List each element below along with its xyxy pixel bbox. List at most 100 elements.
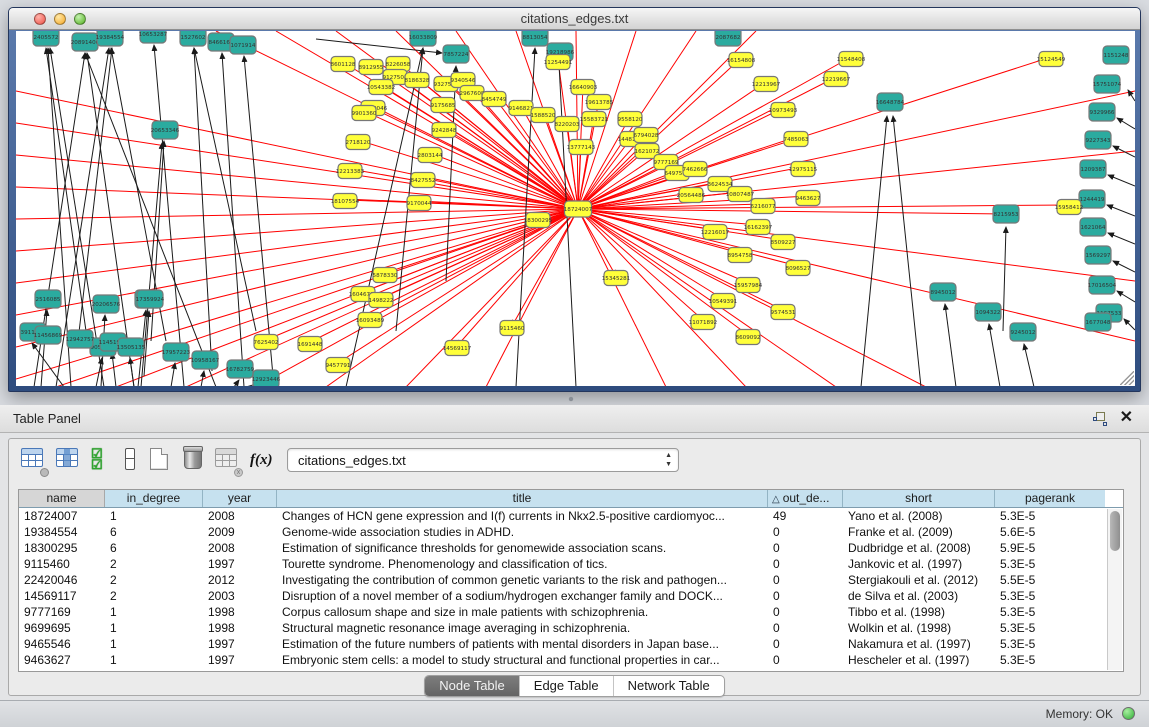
graph-node[interactable]: 9175685 [431,98,456,113]
network-canvas[interactable]: 2405572208914061938455410653287152760284… [16,31,1135,386]
column-header-pagerank[interactable]: pagerank [995,490,1105,507]
graph-node[interactable]: 9457791 [326,358,351,373]
table-row[interactable]: 2242004622012Investigating the contribut… [19,572,1123,588]
graph-node[interactable]: 8609092 [736,330,761,345]
graph-node[interactable]: 2718120 [346,135,371,150]
graph-node[interactable]: 1569297 [1085,246,1111,264]
graph-node[interactable]: 8813054 [522,31,548,46]
graph-node[interactable]: 9227343 [1085,131,1111,149]
column-header-in-degree[interactable]: in_degree [105,490,203,507]
close-panel-icon[interactable]: ✕ [1120,409,1133,427]
graph-node[interactable]: 8215953 [993,205,1019,223]
graph-node[interactable]: 13777143 [567,140,596,155]
delete-column-icon[interactable] [181,448,207,474]
delete-table-icon[interactable]: x [215,448,241,474]
table-row[interactable]: 1872400712008Changes of HCN gene express… [19,508,1123,524]
graph-node[interactable]: 1677048 [1085,313,1111,331]
tab-edge-table[interactable]: Edge Table [520,676,614,696]
graph-node[interactable]: 1691448 [298,337,323,352]
graph-node[interactable]: 16640903 [569,80,598,95]
graph-node[interactable]: 17016504 [1088,276,1117,294]
graph-node[interactable]: 10807487 [726,187,755,202]
graph-node[interactable]: 12216017 [701,225,730,240]
function-builder-icon[interactable]: f(x) [250,448,276,474]
graph-node[interactable]: 20206576 [92,295,121,313]
graph-node[interactable]: 1621064 [1080,218,1106,236]
graph-node[interactable]: 5878330 [373,268,398,283]
graph-node[interactable]: 2803144 [418,148,443,163]
table-row[interactable]: 1456911722003Disruption of a novel membe… [19,588,1123,604]
graph-node[interactable]: 6216077 [751,199,776,214]
graph-node[interactable]: 9170044 [407,196,432,211]
graph-node[interactable]: 17359924 [136,290,165,308]
column-header-title[interactable]: title [277,490,768,507]
graph-node[interactable]: 8509227 [771,235,796,250]
graph-node[interactable]: 1588520 [531,108,556,123]
graph-node[interactable]: 16162397 [744,220,773,235]
graph-node[interactable]: 11071892 [689,315,717,330]
table-row[interactable]: 1938455462009Genome-wide association stu… [19,524,1123,540]
graph-node[interactable]: 16154808 [727,53,756,68]
graph-node[interactable]: 15751074 [1093,75,1122,93]
graph-node[interactable]: 8096527 [786,261,811,276]
graph-node[interactable]: 19384554 [96,31,125,46]
table-row[interactable]: 946554611997Estimation of the future num… [19,636,1123,652]
graph-node[interactable]: 9574531 [771,305,796,320]
graph-node[interactable]: 15957984 [734,278,763,293]
graph-node[interactable]: 2516085 [35,290,61,308]
graph-node[interactable]: 8945012 [930,283,956,301]
graph-node[interactable]: 1094322 [975,303,1001,321]
scrollbar-thumb[interactable] [1110,511,1120,551]
graph-node[interactable]: 9242848 [432,123,457,138]
select-columns-icon[interactable]: ☑☑ [91,448,117,474]
graph-node[interactable]: 12923446 [252,370,281,386]
tab-node-table[interactable]: Node Table [425,676,520,696]
table-selector-dropdown[interactable]: citations_edges.txt ▲▼ [287,448,679,472]
window-titlebar[interactable]: citations_edges.txt [9,8,1140,30]
graph-node[interactable]: 11548408 [837,52,866,67]
graph-node[interactable]: 7485063 [784,132,809,147]
graph-node[interactable]: 8454749 [482,92,507,107]
graph-node[interactable]: 13505135 [117,338,146,356]
graph-node[interactable]: 18107554 [331,194,360,209]
graph-node[interactable]: 8601128 [331,57,356,72]
graph-node[interactable]: 7625402 [254,335,279,350]
graph-node[interactable]: 18300295 [524,213,553,228]
tab-network-table[interactable]: Network Table [614,676,724,696]
graph-node[interactable]: 16093489 [356,313,385,328]
table-row[interactable]: 946362711997Embryonic stem cells: a mode… [19,652,1123,668]
graph-node[interactable]: 10549391 [709,294,738,309]
graph-node[interactable]: 1209387 [1080,160,1106,178]
graph-node[interactable]: 12213967 [752,77,781,92]
graph-node[interactable]: 1071914 [230,36,256,54]
panel-splitter-handle[interactable] [568,396,578,402]
merge-rows-icon[interactable] [119,448,145,474]
graph-node[interactable]: 14569117 [443,341,472,356]
graph-node[interactable]: 12213383 [336,164,365,179]
table-row[interactable]: 969969511998Structural magnetic resonanc… [19,620,1123,636]
graph-node[interactable]: 15345281 [602,271,631,286]
graph-node[interactable]: 11254491 [544,55,573,70]
graph-node[interactable]: 10653287 [139,31,168,43]
column-header-year[interactable]: year [203,490,277,507]
column-header-out-degree[interactable]: △out_de... [768,490,843,507]
graph-node[interactable]: 18724007 [564,201,593,217]
graph-node[interactable]: 8427552 [411,173,436,188]
graph-node[interactable]: 20653346 [151,121,180,139]
graph-node[interactable]: 9901360 [352,106,377,121]
graph-node[interactable]: 12975115 [789,162,818,177]
graph-node[interactable]: 15124549 [1037,52,1066,67]
graph-node[interactable]: 10973493 [769,103,798,118]
table-mode-icon[interactable] [21,448,47,474]
graph-node[interactable]: 7857224 [443,45,469,63]
table-row[interactable]: 977716911998Corpus callosum shape and si… [19,604,1123,620]
graph-node[interactable]: 1151248 [1103,46,1129,64]
show-columns-icon[interactable] [56,448,82,474]
graph-node[interactable]: 8186328 [405,73,430,88]
table-row[interactable]: 1830029562008Estimation of significance … [19,540,1123,556]
graph-node[interactable]: 12942757 [66,330,95,348]
new-column-icon[interactable] [147,448,173,474]
table-row[interactable]: 911546021997Tourette syndrome. Phenomeno… [19,556,1123,572]
graph-node[interactable]: 7462666 [683,162,708,177]
graph-node[interactable]: 6794028 [634,128,659,143]
